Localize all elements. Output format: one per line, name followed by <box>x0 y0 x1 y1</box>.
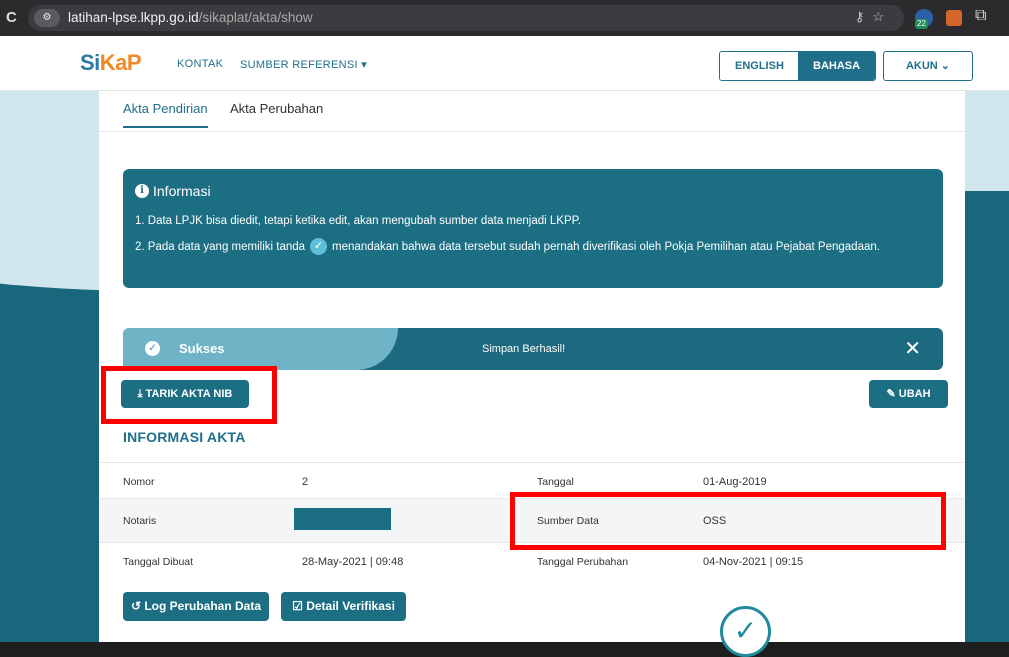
info-icon: i <box>135 184 149 198</box>
success-check-icon: ✓ <box>145 341 160 356</box>
success-title: Sukses <box>179 341 225 356</box>
success-message: Simpan Berhasil! <box>482 343 566 355</box>
url-text: latihan-lpse.lkpp.go.id/sikaplat/akta/sh… <box>68 10 313 25</box>
nav-kontak[interactable]: KONTAK <box>177 58 223 70</box>
row-label: Nomor <box>123 476 155 488</box>
info-line-1: 1. Data LPJK bisa diedit, tetapi ketika … <box>135 215 582 227</box>
extension-icon[interactable]: 22 <box>915 9 933 29</box>
info-line-2-start: 2. Pada data yang memiliki tanda <box>135 240 306 253</box>
bookmark-star-icon[interactable]: ☆ <box>872 9 892 24</box>
oss-verified-badge-icon: ✓ <box>720 606 771 657</box>
info-title: i Informasi <box>135 183 211 199</box>
table-row: Nomor 2 Tanggal 01-Aug-2019 <box>99 462 965 499</box>
row-label: Tanggal Perubahan <box>537 556 629 568</box>
log-perubahan-label: Log Perubahan Data <box>144 599 262 613</box>
info-line-2: 2. Pada data yang memiliki tanda ✓ menan… <box>135 238 880 255</box>
akta-card: Akta Pendirian Akta Perubahan i Informas… <box>99 91 965 657</box>
extensions-puzzle-icon[interactable]: ⧉ <box>975 7 986 25</box>
row-label: Sumber Data <box>537 515 599 527</box>
table-row: Tanggal Dibuat 28-May-2021 | 09:48 Tangg… <box>99 542 965 583</box>
browser-toolbar: C ⚙ latihan-lpse.lkpp.go.id/sikaplat/akt… <box>0 0 1009 36</box>
section-title: INFORMASI AKTA <box>123 429 246 445</box>
reload-icon[interactable]: C <box>6 9 17 26</box>
row-value: 2 <box>302 476 309 488</box>
close-icon[interactable]: ✕ <box>904 336 921 361</box>
info-title-text: Informasi <box>153 183 211 199</box>
ubah-button[interactable]: ✎ UBAH <box>869 380 948 408</box>
tarik-akta-nib-label: TARIK AKTA NIB <box>145 388 233 400</box>
bahasa-button[interactable]: BAHASA <box>798 52 875 80</box>
checkbox-icon: ☑ <box>292 599 307 613</box>
key-icon[interactable]: ⚷ <box>855 9 873 24</box>
table-row: Notaris Sumber Data OSS <box>99 498 965 543</box>
success-alert-accent <box>123 328 398 370</box>
row-label: Notaris <box>123 515 157 527</box>
info-panel: i Informasi 1. Data LPJK bisa diedit, te… <box>123 169 943 288</box>
url-host: latihan-lpse.lkpp.go.id <box>68 10 199 25</box>
extension-badge: 22 <box>915 19 928 29</box>
info-line-2-end: menandakan bahwa data tersebut sudah per… <box>332 240 880 253</box>
row-value: 04-Nov-2021 | 09:15 <box>703 556 804 568</box>
row-label: Tanggal Dibuat <box>123 556 194 568</box>
akun-dropdown[interactable]: AKUN ⌄ <box>883 51 973 81</box>
logo-part2: KaP <box>99 50 142 75</box>
tab-akta-perubahan[interactable]: Akta Perubahan <box>230 101 323 116</box>
english-button[interactable]: ENGLISH <box>720 52 798 80</box>
url-path: /sikaplat/akta/show <box>198 10 313 25</box>
sikap-logo[interactable]: SiKaP <box>80 50 142 76</box>
verified-check-icon: ✓ <box>310 238 328 255</box>
tarik-akta-nib-button[interactable]: ⤓ TARIK AKTA NIB <box>121 380 249 408</box>
detail-verifikasi-button[interactable]: ☑ Detail Verifikasi <box>281 592 406 621</box>
history-icon: ↺ <box>130 599 145 613</box>
row-value: 28-May-2021 | 09:48 <box>302 556 404 568</box>
detail-verifikasi-label: Detail Verifikasi <box>306 599 395 613</box>
edit-icon: ✎ <box>886 388 899 400</box>
language-switch: ENGLISH BAHASA <box>719 51 876 81</box>
ubah-label: UBAH <box>898 388 931 400</box>
address-bar[interactable]: ⚙ latihan-lpse.lkpp.go.id/sikaplat/akta/… <box>28 5 904 31</box>
notaris-redacted <box>294 508 391 530</box>
address-bar-actions[interactable]: ⚷☆ <box>855 9 892 25</box>
extension-fox-icon[interactable] <box>946 10 962 26</box>
logo-part1: Si <box>80 50 100 75</box>
nav-sumber-referensi[interactable]: SUMBER REFERENSI ▾ <box>240 58 367 71</box>
success-alert: ✓ Sukses Simpan Berhasil! ✕ <box>123 328 943 370</box>
site-navbar: SiKaP KONTAK SUMBER REFERENSI ▾ ENGLISH … <box>0 36 1009 91</box>
tab-akta-pendirian[interactable]: Akta Pendirian <box>123 101 208 128</box>
akta-tabs: Akta Pendirian Akta Perubahan <box>99 91 965 132</box>
row-label: Tanggal <box>537 476 574 488</box>
log-perubahan-data-button[interactable]: ↺ Log Perubahan Data <box>123 592 269 621</box>
row-value: 01-Aug-2019 <box>703 476 767 488</box>
row-value: OSS <box>703 515 727 527</box>
site-settings-icon[interactable]: ⚙ <box>34 9 60 27</box>
download-icon: ⤓ <box>137 388 146 400</box>
